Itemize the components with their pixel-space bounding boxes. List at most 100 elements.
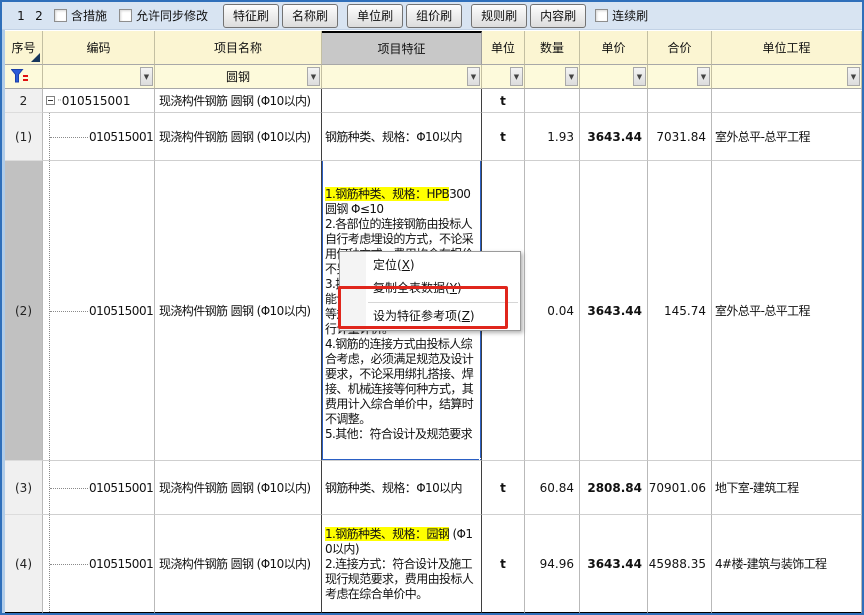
row-total-price[interactable]: 145.74	[648, 161, 712, 461]
filter-dropdown-total-price[interactable]: ▼	[697, 67, 710, 86]
filter-value-item-name: 圆钢	[226, 68, 250, 85]
header-unit-price[interactable]: 单价	[580, 31, 648, 65]
filter-cell-unit-price[interactable]: ▼	[580, 65, 648, 89]
red-annotation-rectangle	[338, 286, 508, 329]
row-code: 010515001	[62, 94, 131, 108]
row-serial-current[interactable]: (2)	[5, 161, 43, 461]
row-quantity[interactable]	[525, 89, 580, 113]
row-code-cell[interactable]: ·· 010515001	[43, 89, 155, 113]
table-row-4: (4) 010515001004 现浇构件钢筋 圆钢 (Φ10以内) 1.钢筋种…	[5, 515, 862, 614]
row-unit-project[interactable]	[712, 89, 862, 113]
row-item-name[interactable]: 现浇构件钢筋 圆钢 (Φ10以内)	[155, 89, 322, 113]
row-unit-price[interactable]: 3643.44	[580, 161, 648, 461]
row-serial[interactable]: 2	[5, 89, 43, 113]
row-item-feature[interactable]: 钢筋种类、规格：Φ10以内	[322, 461, 482, 515]
header-unit-project[interactable]: 单位工程	[712, 31, 862, 65]
row-code-cell[interactable]: 010515001004	[43, 515, 155, 614]
highlighted-feature-text: 1.钢筋种类、规格：园钢	[325, 527, 449, 541]
page-number-1[interactable]: 1	[12, 9, 30, 23]
tree-stub-line	[50, 311, 88, 312]
table-row-1: (1) 010515001001 现浇构件钢筋 圆钢 (Φ10以内) 钢筋种类、…	[5, 113, 862, 161]
filter-dropdown-item-feature[interactable]: ▼	[467, 67, 480, 86]
row-serial[interactable]: (3)	[5, 461, 43, 515]
row-quantity[interactable]: 0.04	[525, 161, 580, 461]
row-item-name[interactable]: 现浇构件钢筋 圆钢 (Φ10以内)	[155, 113, 322, 161]
filter-cell-serial[interactable]	[5, 65, 43, 89]
filter-cell-quantity[interactable]: ▼	[525, 65, 580, 89]
menu-item-locate[interactable]: 定位(X)	[340, 254, 520, 277]
row-unit-price[interactable]: 3643.44	[580, 515, 648, 614]
filter-cell-unit[interactable]: ▼	[482, 65, 525, 89]
row-unit-price[interactable]: 3643.44	[580, 113, 648, 161]
tree-collapse-icon[interactable]	[46, 96, 55, 105]
row-quantity[interactable]: 60.84	[525, 461, 580, 515]
filter-dropdown-item-name[interactable]: ▼	[307, 67, 320, 86]
header-serial[interactable]: 序号	[5, 31, 43, 65]
filter-dropdown-code[interactable]: ▼	[140, 67, 153, 86]
header-quantity[interactable]: 数量	[525, 31, 580, 65]
row-quantity[interactable]: 94.96	[525, 515, 580, 614]
tree-stub-line	[50, 137, 88, 138]
page-number-2[interactable]: 2	[30, 9, 48, 23]
row-code-cell[interactable]: 010515001003	[43, 461, 155, 515]
row-code: 010515001002	[89, 304, 155, 318]
row-unit-price[interactable]: 2808.84	[580, 461, 648, 515]
row-serial[interactable]: (4)	[5, 515, 43, 614]
filter-cell-code[interactable]: ▼	[43, 65, 155, 89]
row-unit[interactable]: t	[482, 461, 525, 515]
row-item-name[interactable]: 现浇构件钢筋 圆钢 (Φ10以内)	[155, 161, 322, 461]
row-unit-price[interactable]	[580, 89, 648, 113]
continuous-brush-checkbox[interactable]	[595, 9, 608, 22]
row-unit[interactable]: t	[482, 515, 525, 614]
row-code-cell[interactable]: 010515001001	[43, 113, 155, 161]
row-total-price[interactable]: 345988.35	[648, 515, 712, 614]
filter-cell-unit-project[interactable]: ▼	[712, 65, 862, 89]
row-item-name[interactable]: 现浇构件钢筋 圆钢 (Φ10以内)	[155, 461, 322, 515]
highlighted-feature-text: 1.钢筋种类、规格：HPB	[325, 187, 449, 201]
header-item-name[interactable]: 项目名称	[155, 31, 322, 65]
sync-edit-checkbox-group: 允许同步修改	[119, 7, 214, 24]
header-unit[interactable]: 单位	[482, 31, 525, 65]
content-brush-button[interactable]: 内容刷	[530, 4, 586, 28]
rule-brush-button[interactable]: 规则刷	[471, 4, 527, 28]
header-row: 序号 编码 项目名称 项目特征 单位 数量 单价 合价 单位工程	[5, 31, 862, 65]
row-code: 010515001001	[89, 130, 155, 144]
row-unit-project[interactable]: 4#楼-建筑与装饰工程	[712, 515, 862, 614]
header-total-price[interactable]: 合价	[648, 31, 712, 65]
row-total-price[interactable]: 7031.84	[648, 113, 712, 161]
row-item-name[interactable]: 现浇构件钢筋 圆钢 (Φ10以内)	[155, 515, 322, 614]
row-item-feature[interactable]: 1.钢筋种类、规格：园钢 (Φ1 0以内) 2.连接方式：符合设计及施工 现行规…	[322, 515, 482, 614]
filter-dropdown-unit-price[interactable]: ▼	[633, 67, 646, 86]
row-unit[interactable]: t	[482, 113, 525, 161]
measures-checkbox[interactable]	[54, 9, 67, 22]
tree-dots: ··	[57, 96, 61, 106]
filter-cell-item-name[interactable]: 圆钢 ▼	[155, 65, 322, 89]
unit-brush-button[interactable]: 单位刷	[347, 4, 403, 28]
filter-dropdown-quantity[interactable]: ▼	[565, 67, 578, 86]
row-total-price[interactable]: 170901.06	[648, 461, 712, 515]
app-window: 1 2 含措施 允许同步修改 特征刷 名称刷 单位刷 组价刷 规则刷 内容刷 连…	[0, 0, 864, 615]
name-brush-button[interactable]: 名称刷	[282, 4, 338, 28]
row-unit[interactable]: t	[482, 89, 525, 113]
row-code-cell[interactable]: 010515001002	[43, 161, 155, 461]
sync-edit-checkbox[interactable]	[119, 9, 132, 22]
row-unit-project[interactable]: 室外总平-总平工程	[712, 113, 862, 161]
row-item-feature[interactable]	[322, 89, 482, 113]
row-unit-project[interactable]: 地下室-建筑工程	[712, 461, 862, 515]
row-quantity[interactable]: 1.93	[525, 113, 580, 161]
filter-dropdown-unit[interactable]: ▼	[510, 67, 523, 86]
row-code: 010515001003	[89, 481, 155, 495]
sync-edit-checkbox-label: 允许同步修改	[136, 7, 208, 24]
row-total-price[interactable]	[648, 89, 712, 113]
header-code[interactable]: 编码	[43, 31, 155, 65]
filter-cell-item-feature[interactable]: ▼	[322, 65, 482, 89]
measures-checkbox-group: 含措施	[54, 7, 113, 24]
pricing-brush-button[interactable]: 组价刷	[406, 4, 462, 28]
filter-dropdown-unit-project[interactable]: ▼	[847, 67, 860, 86]
row-serial[interactable]: (1)	[5, 113, 43, 161]
header-item-feature[interactable]: 项目特征	[322, 31, 482, 65]
filter-cell-total-price[interactable]: ▼	[648, 65, 712, 89]
row-item-feature[interactable]: 钢筋种类、规格：Φ10以内	[322, 113, 482, 161]
row-unit-project[interactable]: 室外总平-总平工程	[712, 161, 862, 461]
feature-brush-button[interactable]: 特征刷	[223, 4, 279, 28]
